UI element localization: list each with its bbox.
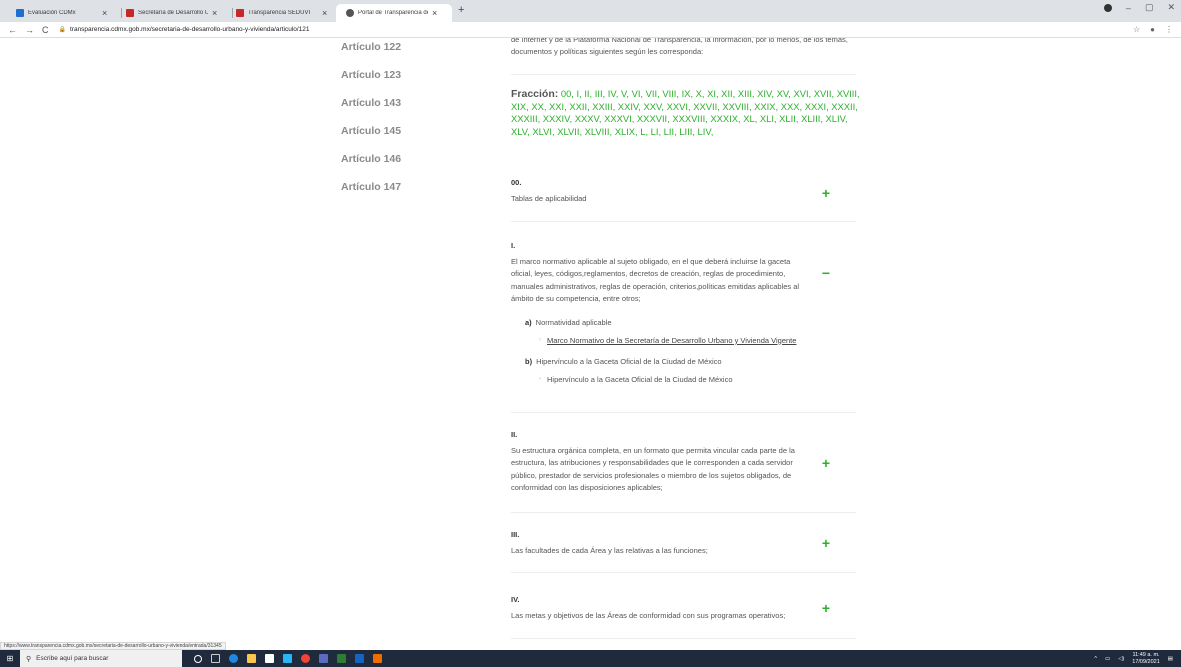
- address-bar[interactable]: 🔒 transparencia.cdmx.gob.mx/secretaria-d…: [59, 26, 310, 33]
- word-icon[interactable]: [355, 654, 364, 663]
- search-icon: ⚲: [26, 655, 32, 663]
- chevron-right-icon: ›: [539, 376, 541, 383]
- close-icon[interactable]: ×: [212, 8, 217, 18]
- menu-icon[interactable]: ⋮: [1165, 25, 1173, 34]
- toolbar-actions: ☆ ● ⋮: [1133, 25, 1173, 34]
- section-number: IV.: [511, 595, 520, 604]
- cortana-icon[interactable]: [194, 654, 202, 663]
- close-icon[interactable]: ×: [432, 8, 437, 18]
- store-icon[interactable]: [265, 654, 274, 663]
- window-controls: – ▢ ✕: [1103, 2, 1175, 13]
- section-iii: III. Las facultades de cada Área y las r…: [511, 530, 856, 557]
- notifications-icon[interactable]: ▤: [1168, 656, 1173, 662]
- taskbar-apps: [194, 654, 382, 663]
- expand-icon[interactable]: +: [822, 601, 830, 615]
- section-iv: IV. Las metas y objetivos de las Áreas d…: [511, 595, 856, 622]
- collapse-icon[interactable]: −: [822, 266, 830, 280]
- section-number: III.: [511, 530, 520, 539]
- browser-tab-transparencia-seduvi[interactable]: Transparencia SEDUVI ×: [226, 4, 338, 22]
- section-text: Su estructura orgánica completa, en un f…: [511, 446, 795, 493]
- teams-icon[interactable]: [319, 654, 328, 663]
- section-text: Las facultades de cada Área y las relati…: [511, 546, 708, 555]
- reload-icon[interactable]: C: [42, 25, 49, 35]
- file-explorer-icon[interactable]: [247, 654, 256, 663]
- clock-time: 11:49 a. m.: [1132, 652, 1160, 658]
- browser-tab-strip: Evaluación CDMx × Secretaría de Desarrol…: [0, 0, 1181, 22]
- search-placeholder: Escribe aquí para buscar: [36, 655, 109, 662]
- fraccion-index: Fracción: 00, I, II, III, IV, V, VI, VII…: [511, 88, 861, 138]
- chevron-right-icon: ›: [539, 337, 541, 344]
- tab-label: Evaluación CDMx: [28, 10, 76, 16]
- system-tray: ^ ▭ ◁) 11:49 a. m. 17/09/2021 ▤: [1094, 650, 1173, 667]
- fraccion-label: Fracción:: [511, 88, 559, 100]
- browser-toolbar: ← → C 🔒 transparencia.cdmx.gob.mx/secret…: [0, 22, 1181, 38]
- profile-icon[interactable]: [1103, 3, 1112, 12]
- maximize-icon[interactable]: ▢: [1145, 2, 1154, 13]
- intro-text: de Internet y de la Plataforma Nacional …: [511, 38, 848, 56]
- url-text: transparencia.cdmx.gob.mx/secretaria-de-…: [69, 26, 310, 33]
- edge-icon[interactable]: [229, 654, 238, 663]
- expand-icon[interactable]: +: [822, 536, 830, 550]
- section-text: El marco normativo aplicable al sujeto o…: [511, 257, 800, 304]
- chrome-icon[interactable]: [301, 654, 310, 663]
- expand-icon[interactable]: +: [822, 186, 830, 200]
- excel-icon[interactable]: [337, 654, 346, 663]
- section-number: 00.: [511, 178, 522, 187]
- account-icon[interactable]: ●: [1150, 25, 1155, 34]
- network-icon[interactable]: ▭: [1105, 656, 1110, 662]
- section-number: II.: [511, 430, 518, 439]
- new-tab-button[interactable]: +: [458, 4, 464, 16]
- close-window-icon[interactable]: ✕: [1167, 2, 1175, 13]
- tab-label: Secretaría de Desarrollo Urbano: [138, 10, 208, 16]
- subitem-gaceta: b) Hipervínculo a la Gaceta Oficial de la…: [525, 356, 722, 366]
- subitem-link[interactable]: › Marco Normativo de la Secretaría de De…: [511, 336, 856, 345]
- mail-icon[interactable]: [283, 654, 292, 663]
- sidebar-item-articulo-122[interactable]: Artículo 122: [341, 38, 401, 61]
- task-view-icon[interactable]: [211, 654, 220, 663]
- windows-taskbar: ⊞ ⚲ Escribe aquí para buscar ^ ▭ ◁) 11:4…: [0, 650, 1181, 667]
- fraccion-links[interactable]: 00, I, II, III, IV, V, VI, VII, VIII, IX…: [511, 88, 860, 137]
- app-icon[interactable]: [373, 654, 382, 663]
- sidebar-item-articulo-145[interactable]: Artículo 145: [341, 117, 401, 145]
- star-icon[interactable]: ☆: [1133, 25, 1140, 34]
- close-icon[interactable]: ×: [322, 8, 327, 18]
- marco-normativo-link[interactable]: Marco Normativo de la Secretaría de Desa…: [547, 336, 796, 345]
- section-number: I.: [511, 241, 516, 250]
- section-ii: II. Su estructura orgánica completa, en …: [511, 430, 856, 495]
- start-button[interactable]: ⊞: [0, 650, 20, 667]
- taskbar-search[interactable]: ⚲ Escribe aquí para buscar: [20, 650, 182, 667]
- doc-icon: [236, 9, 244, 17]
- chart-icon: [16, 9, 24, 17]
- browser-tab-evaluacion[interactable]: Evaluación CDMx ×: [6, 4, 118, 22]
- clock-date: 17/09/2021: [1132, 658, 1160, 665]
- lock-icon: 🔒: [58, 27, 66, 33]
- sidebar-item-articulo-146[interactable]: Artículo 146: [341, 145, 401, 173]
- chevron-up-icon[interactable]: ^: [1094, 656, 1097, 662]
- globe-icon: [346, 9, 354, 17]
- sidebar-item-articulo-147[interactable]: Artículo 147: [341, 173, 401, 201]
- sidebar-item-articulo-123[interactable]: Artículo 123: [341, 61, 401, 89]
- status-url-tooltip: https://www.transparencia.cdmx.gob.mx/se…: [0, 642, 226, 650]
- forward-icon[interactable]: →: [25, 25, 34, 35]
- close-icon[interactable]: ×: [102, 8, 107, 18]
- page-content: Artículo 122 Artículo 123 Artículo 143 A…: [0, 38, 1181, 647]
- browser-tab-portal[interactable]: Portal de Transparencia de la CDMX ×: [336, 4, 452, 22]
- sidebar-item-articulo-143[interactable]: Artículo 143: [341, 89, 401, 117]
- doc-icon: [126, 9, 134, 17]
- gaceta-link[interactable]: Hipervínculo a la Gaceta Oficial de la C…: [547, 375, 733, 384]
- tab-label: Transparencia SEDUVI: [248, 10, 311, 16]
- subitem-normatividad: a) Normatividad aplicable: [525, 317, 612, 327]
- minimize-icon[interactable]: –: [1126, 3, 1131, 13]
- clock[interactable]: 11:49 a. m. 17/09/2021: [1132, 652, 1160, 665]
- browser-tab-secretaria[interactable]: Secretaría de Desarrollo Urbano ×: [116, 4, 228, 22]
- section-00: 00. Tablas de aplicabilidad +: [511, 178, 856, 205]
- tab-label: Portal de Transparencia de la CDMX: [358, 10, 428, 16]
- volume-icon[interactable]: ◁): [1118, 656, 1124, 662]
- subitem-link[interactable]: › Hipervínculo a la Gaceta Oficial de la…: [511, 375, 856, 384]
- section-text: Las metas y objetivos de las Áreas de co…: [511, 611, 786, 620]
- back-icon[interactable]: ←: [8, 25, 17, 35]
- section-i: I. El marco normativo aplicable al sujet…: [511, 241, 856, 384]
- section-text: Tablas de aplicabilidad: [511, 194, 587, 203]
- expand-icon[interactable]: +: [822, 456, 830, 470]
